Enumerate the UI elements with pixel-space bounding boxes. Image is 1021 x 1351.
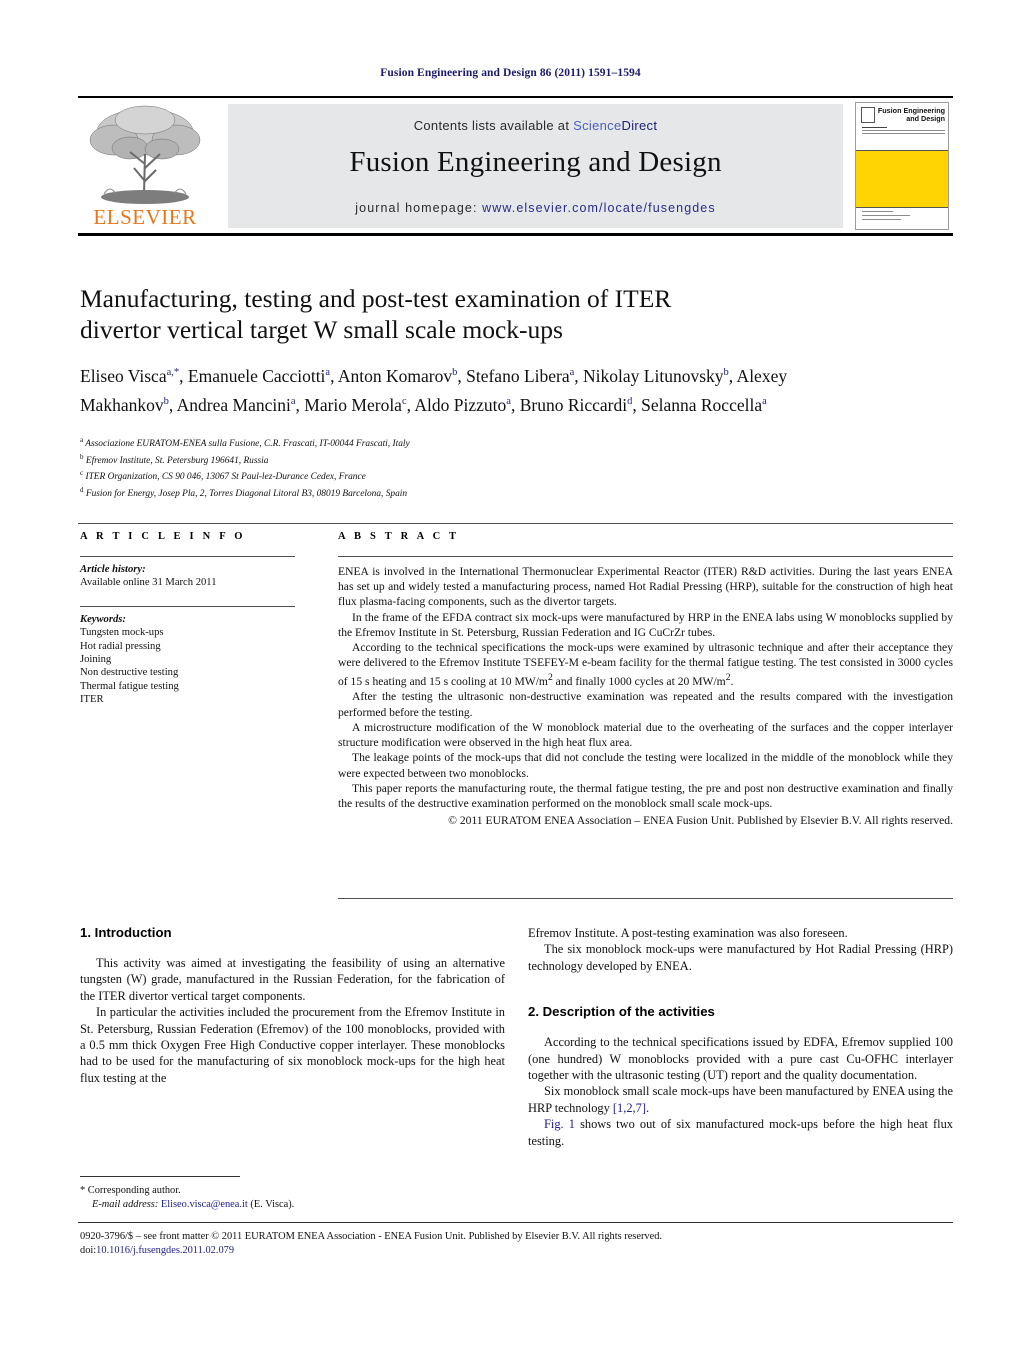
- right-paragraph-3: According to the technical specification…: [528, 1035, 953, 1083]
- masthead-bottom-rule: [78, 233, 953, 236]
- journal-masthead: ELSEVIER Contents lists available at Sci…: [78, 96, 953, 236]
- cover-top-band: Fusion Engineering and Design: [856, 103, 948, 151]
- cover-yellow-block: [856, 151, 948, 208]
- contents-lists-line: Contents lists available at ScienceDirec…: [228, 118, 843, 133]
- abstract-copyright: © 2011 EURATOM ENEA Association – ENEA F…: [448, 814, 953, 828]
- right-paragraph-5: Fig. 1 shows two out of six manufactured…: [528, 1116, 953, 1149]
- elsevier-wordmark: ELSEVIER: [93, 205, 197, 229]
- bottom-rule: [78, 1222, 953, 1223]
- section-heading-description: 2. Description of the activities: [528, 1004, 715, 1020]
- abstract-column: ENEA is involved in the International Th…: [338, 556, 953, 828]
- keyword-item: ITER: [80, 694, 104, 706]
- abstract-paragraph: In the frame of the EFDA contract six mo…: [338, 610, 953, 639]
- article-history-block: Article history: Available online 31 Mar…: [80, 557, 295, 590]
- abstract-paragraph: According to the technical specification…: [338, 641, 953, 689]
- keyword-item: Non destructive testing: [80, 667, 179, 679]
- abstract-paragraph: This paper reports the manufacturing rou…: [338, 781, 953, 810]
- corresponding-author-footnote: * Corresponding author. E-mail address: …: [80, 1184, 510, 1211]
- affiliation-item: d Fusion for Energy, Josep Pla, 2, Torre…: [80, 486, 408, 500]
- abstract-end-rule: [338, 898, 953, 899]
- affiliation-item: c ITER Organization, CS 90 046, 13067 St…: [80, 469, 366, 483]
- abstract-paragraph: After the testing the ultrasonic non-des…: [338, 690, 953, 719]
- keyword-item: Joining: [80, 654, 112, 666]
- running-head: Fusion Engineering and Design 86 (2011) …: [380, 67, 641, 79]
- right-paragraph-5-text: shows two out of six manufactured mock-u…: [528, 1117, 953, 1148]
- sciencedirect-link-part-b[interactable]: Direct: [622, 118, 658, 133]
- elsevier-tree-icon: [89, 105, 201, 204]
- affiliation-item: b Efremov Institute, St. Petersburg 1966…: [80, 452, 269, 466]
- cover-subtext-lines: [862, 127, 945, 143]
- keyword-item: Thermal fatigue testing: [80, 680, 179, 692]
- journal-cover-thumbnail: Fusion Engineering and Design: [855, 102, 949, 230]
- article-history-label: Article history:: [80, 564, 146, 575]
- cover-bottom-band: [856, 208, 948, 229]
- affiliation-marker: c: [80, 469, 84, 478]
- affiliation-marker: a: [80, 436, 84, 444]
- homepage-url-link[interactable]: www.elsevier.com/locate/fusengdes: [482, 201, 716, 215]
- masthead-grey-band: Contents lists available at ScienceDirec…: [228, 104, 843, 228]
- doi-link[interactable]: 10.1016/j.fusengdes.2011.02.079: [96, 1245, 234, 1256]
- affiliation-marker: b: [80, 452, 84, 461]
- keyword-item: Hot radial pressing: [80, 640, 161, 652]
- issn-copyright-block: 0920-3796/$ – see front matter © 2011 EU…: [80, 1230, 960, 1259]
- issn-copyright-line: 0920-3796/$ – see front matter © 2011 EU…: [80, 1231, 663, 1242]
- right-paragraph-2: The six monoblock mock-ups were manufact…: [528, 942, 953, 973]
- figure-link-fig1[interactable]: Fig. 1: [544, 1117, 575, 1131]
- masthead-top-rule: [78, 96, 953, 98]
- cover-title-line2: and Design: [906, 114, 945, 123]
- right-paragraph-4: Six monoblock small scale mock-ups have …: [528, 1083, 953, 1116]
- keywords-label: Keywords:: [80, 613, 126, 625]
- article-history-value: Available online 31 March 2011: [80, 577, 217, 589]
- journal-homepage-line: journal homepage: www.elsevier.com/locat…: [228, 201, 843, 215]
- contents-prefix: Contents lists available at: [413, 118, 574, 133]
- keywords-block: Keywords: Tungsten mock-ups Hot radial pr…: [80, 607, 295, 707]
- intro-paragraph-2: In particular the activities included th…: [80, 1005, 505, 1085]
- affiliation-item: a Associazione EURATOM-ENEA sulla Fusion…: [80, 436, 410, 450]
- cover-publisher-logo-icon: [861, 107, 875, 123]
- body-column-left: 1. Introduction This activity was aimed …: [80, 925, 505, 1086]
- doi-line: doi:10.1016/j.fusengdes.2011.02.079: [80, 1244, 960, 1258]
- sciencedirect-link-part-a[interactable]: Science: [573, 118, 621, 133]
- abstract-heading: A B S T R A C T: [338, 531, 460, 542]
- journal-article-page: Fusion Engineering and Design 86 (2011) …: [0, 0, 1021, 1351]
- right-paragraph-1: Efremov Institute. A post-testing examin…: [528, 926, 848, 940]
- email-address-label: E-mail address:: [92, 1198, 161, 1210]
- homepage-label: journal homepage:: [355, 201, 483, 215]
- affiliation-marker: d: [80, 486, 84, 495]
- cover-journal-title: Fusion Engineering and Design: [876, 107, 945, 123]
- abstract-body: ENEA is involved in the International Th…: [338, 557, 953, 828]
- affiliation-list: a Associazione EURATOM-ENEA sulla Fusion…: [80, 434, 780, 501]
- citation-link-1-2-7[interactable]: [1,2,7]: [613, 1101, 646, 1115]
- footnote-rule: [80, 1176, 240, 1177]
- keyword-item: Tungsten mock-ups: [80, 627, 164, 639]
- email-line: E-mail address: Eliseo.visca@enea.it (E.…: [80, 1198, 510, 1212]
- email-address-suffix: (E. Visca).: [247, 1198, 295, 1210]
- corresponding-author-line: * Corresponding author.: [80, 1185, 181, 1196]
- abstract-paragraph: ENEA is involved in the International Th…: [338, 565, 953, 609]
- article-title: Manufacturing, testing and post-test exa…: [80, 283, 720, 345]
- email-address-link[interactable]: Eliseo.visca@enea.it: [161, 1199, 248, 1210]
- elsevier-logo: ELSEVIER: [84, 102, 206, 232]
- info-abstract-top-rule: [78, 523, 953, 524]
- right-paragraph-4-suffix: .: [645, 1100, 650, 1115]
- body-column-right: Efremov Institute. A post-testing examin…: [528, 925, 953, 1149]
- abstract-paragraph: The leakage points of the mock-ups that …: [338, 751, 953, 780]
- right-paragraph-4-text: Six monoblock small scale mock-ups have …: [528, 1084, 953, 1115]
- article-info-column: Article history: Available online 31 Mar…: [80, 556, 295, 707]
- article-title-line1: Manufacturing, testing and post-test exa…: [80, 284, 672, 313]
- journal-title: Fusion Engineering and Design: [349, 146, 722, 178]
- intro-paragraph-1: This activity was aimed at investigating…: [80, 956, 505, 1003]
- author-list: Eliseo Viscaa,*, Emanuele Cacciottia, An…: [80, 365, 788, 415]
- article-title-line2: divertor vertical target W small scale m…: [80, 315, 563, 344]
- article-info-heading: A R T I C L E I N F O: [80, 531, 246, 542]
- keyword-list: Tungsten mock-ups Hot radial pressing Join…: [80, 626, 295, 706]
- section-heading-introduction: 1. Introduction: [80, 925, 172, 940]
- abstract-paragraph: A microstructure modification of the W m…: [338, 720, 953, 750]
- doi-prefix: doi:: [80, 1245, 97, 1257]
